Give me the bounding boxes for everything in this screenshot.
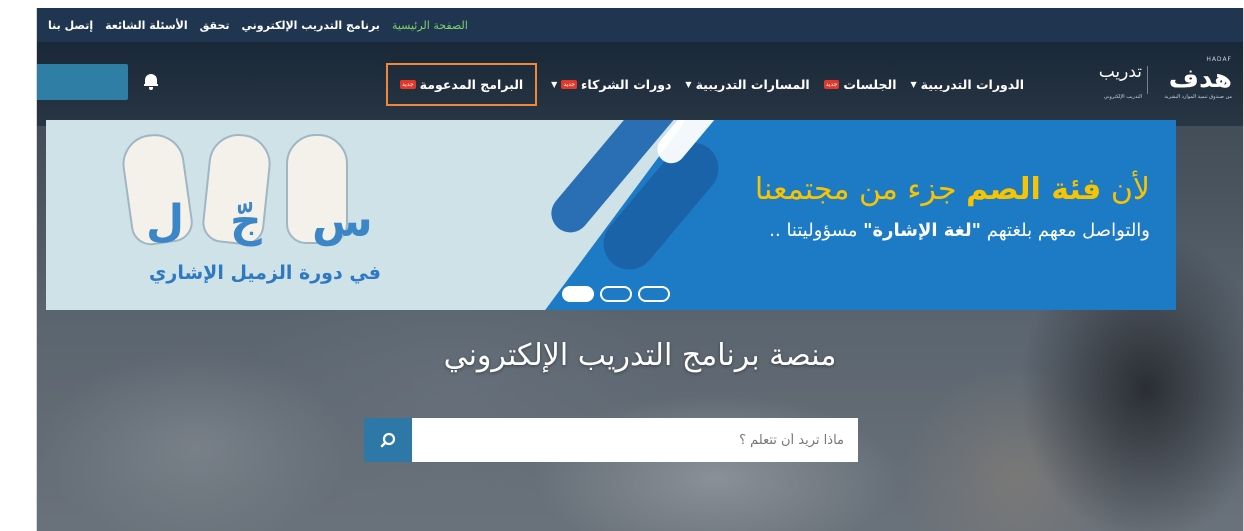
promo-banner[interactable]: ل جّ س في دورة الزميل الإشاري لأن فئة ال… [46, 120, 1176, 310]
new-badge: جديد [561, 79, 578, 89]
hero-title: منصة برنامج التدريب الإلكتروني [443, 338, 837, 373]
letter-glyph: ل [146, 196, 185, 247]
main-navbar: HADAF هدف من صندوق تنمية الموارد البشرية… [36, 42, 1244, 126]
letter-glyph: جّ [230, 196, 262, 247]
new-badge: جديد [399, 79, 416, 89]
banner-subtitle: والتواصل معهم بلغتهم "لغة الإشارة" مسؤول… [769, 220, 1150, 241]
slider-dot-3[interactable] [638, 286, 670, 302]
account-button[interactable] [36, 64, 128, 100]
search-icon [380, 432, 396, 448]
top-links: الصفحة الرئيسية برنامج التدريب الإلكترون… [48, 8, 468, 42]
letter-glyph: س [312, 196, 373, 247]
top-utility-bar: الصفحة الرئيسية برنامج التدريب الإلكترون… [36, 8, 1244, 42]
toplink-elearning[interactable]: برنامج التدريب الإلكتروني [242, 19, 380, 32]
nav-partners-label: دورات الشركاء [581, 76, 672, 92]
nav-courses-label: الدورات التدريبية [920, 76, 1024, 92]
slider-dot-1[interactable] [562, 286, 594, 302]
slider-dots [562, 286, 670, 302]
search-bar [364, 418, 858, 462]
toplink-verify[interactable]: تحقق [200, 19, 230, 32]
toplink-home[interactable]: الصفحة الرئيسية [392, 19, 468, 32]
hadaf-logo: HADAF هدف من صندوق تنمية الموارد البشرية [1164, 56, 1233, 100]
banner-title: لأن فئة الصم جزء من مجتمعنا [754, 172, 1150, 207]
main-menu: الدورات التدريبية ▼ الجلسات جديد المسارا… [385, 42, 1025, 126]
bell-icon[interactable] [144, 74, 158, 90]
tadreeb-logo: تدريب التدريب الإلكتروني [1098, 62, 1142, 100]
toplink-faq[interactable]: الأسئلة الشائعة [105, 19, 188, 32]
nav-courses[interactable]: الدورات التدريبية ▼ [911, 77, 1025, 92]
new-badge: جديد [823, 79, 840, 89]
caret-down-icon: ▼ [685, 79, 692, 89]
nav-tracks[interactable]: المسارات التدريبية ▼ [685, 77, 809, 92]
nav-sponsored-label: البرامج المدعومة [419, 76, 524, 92]
nav-sessions-label: الجلسات [843, 76, 897, 92]
caret-down-icon: ▼ [551, 79, 558, 89]
site-logo[interactable]: HADAF هدف من صندوق تنمية الموارد البشرية… [1082, 54, 1233, 106]
caret-down-icon: ▼ [910, 79, 917, 89]
nav-tracks-label: المسارات التدريبية [695, 76, 810, 92]
search-input[interactable] [412, 418, 858, 462]
toplink-contact[interactable]: إتصل بنا [48, 19, 93, 32]
nav-sponsored-programs[interactable]: البرامج المدعومة جديد [385, 62, 538, 106]
nav-partners[interactable]: دورات الشركاء جديد ▼ [551, 77, 671, 92]
banner-caption: في دورة الزميل الإشاري [149, 262, 381, 284]
slider-dot-2[interactable] [600, 286, 632, 302]
search-button[interactable] [364, 418, 412, 462]
nav-sessions[interactable]: الجلسات جديد [823, 76, 897, 92]
page-frame: الصفحة الرئيسية برنامج التدريب الإلكترون… [36, 8, 1244, 531]
